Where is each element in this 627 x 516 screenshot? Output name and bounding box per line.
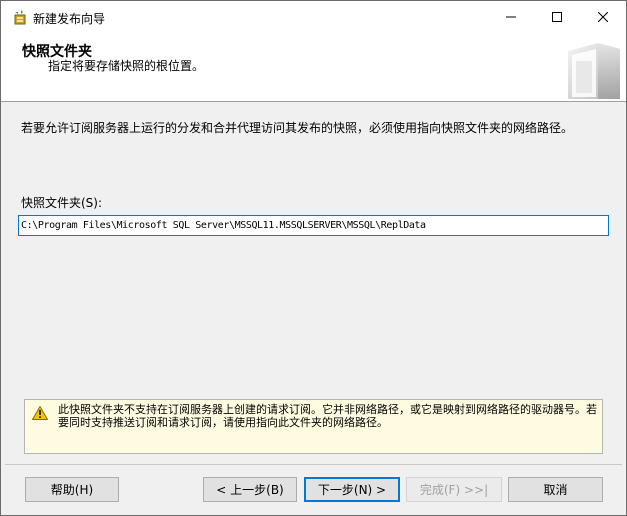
next-button[interactable]: 下一步(N) > <box>304 477 400 502</box>
minimize-icon <box>506 16 516 18</box>
cancel-button[interactable]: 取消 <box>508 477 603 502</box>
maximize-button[interactable] <box>534 1 580 33</box>
wizard-window: 新建发布向导 快照文件夹 指定将要存储快照的根位置。 若要允许订阅服务器上运行的… <box>0 0 627 516</box>
warning-text: 此快照文件夹不支持在订阅服务器上创建的请求订阅。它并非网络路径，或它是映射到网络… <box>58 403 597 429</box>
page-subtitle: 指定将要存储快照的根位置。 <box>48 59 205 73</box>
snapshot-folder-input[interactable] <box>18 215 609 236</box>
minimize-button[interactable] <box>488 1 534 33</box>
snapshot-folder-label: 快照文件夹(S): <box>21 196 103 210</box>
maximize-icon <box>552 12 562 22</box>
close-button[interactable] <box>580 1 626 33</box>
wizard-banner-graphic <box>562 37 624 101</box>
finish-button[interactable]: 完成(F) >>| <box>406 477 502 502</box>
wizard-header: 快照文件夹 指定将要存储快照的根位置。 <box>1 33 626 102</box>
back-button[interactable]: < 上一步(B) <box>203 477 297 502</box>
footer-divider <box>5 464 622 465</box>
warning-box: 此快照文件夹不支持在订阅服务器上创建的请求订阅。它并非网络路径，或它是映射到网络… <box>24 399 603 454</box>
title-bar[interactable]: 新建发布向导 <box>1 1 626 33</box>
wizard-app-icon <box>12 9 28 25</box>
close-icon <box>598 12 608 22</box>
window-title: 新建发布向导 <box>33 12 106 26</box>
help-button[interactable]: 帮助(H) <box>25 477 119 502</box>
description-text: 若要允许订阅服务器上运行的分发和合并代理访问其发布的快照，必须使用指向快照文件夹… <box>21 121 574 135</box>
warning-icon <box>31 405 49 420</box>
